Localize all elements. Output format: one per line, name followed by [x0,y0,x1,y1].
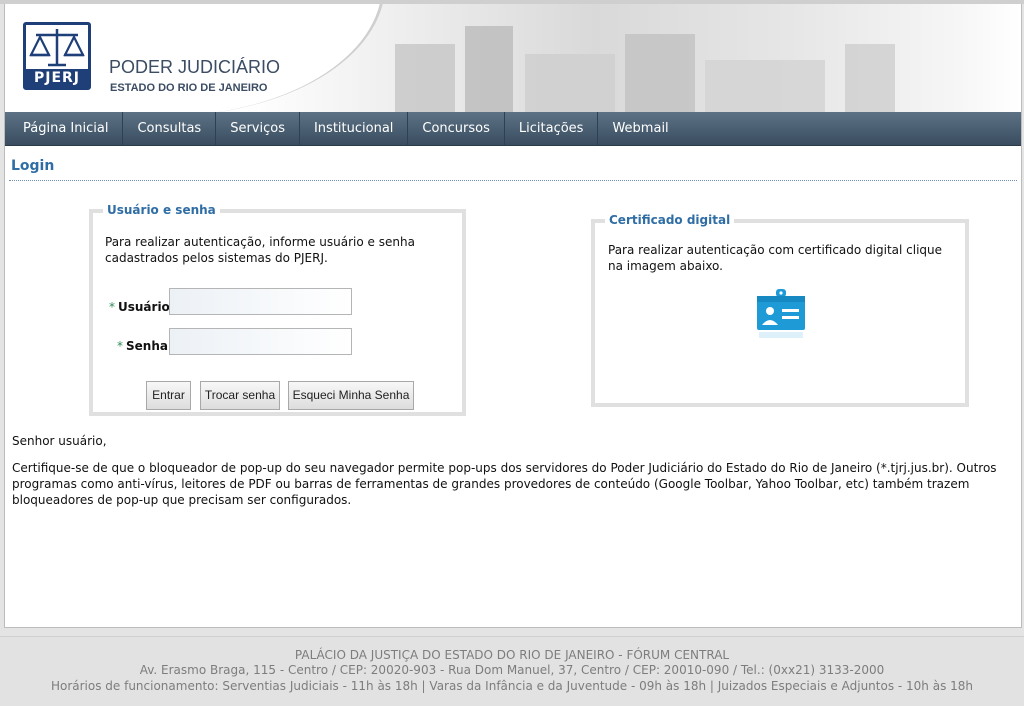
nav-item-servicos[interactable]: Serviços [216,112,300,146]
user-password-panel: Usuário e senha Para realizar autenticaç… [89,203,466,416]
username-label: * Usuário: [109,300,175,314]
enter-button[interactable]: Entrar [146,381,191,410]
password-label: * Senha: [117,339,173,353]
user-password-description: Para realizar autenticação, informe usuá… [105,235,415,265]
brand-title: PODER JUDICIÁRIO [109,57,281,77]
page-title: Login [11,158,55,174]
notice-body: Certifique-se de que o bloqueador de pop… [12,461,997,507]
scales-of-justice-icon [29,29,85,67]
nav-item-pagina-inicial[interactable]: Página Inicial [5,112,124,146]
page-container: PJERJ PODER JUDICIÁRIO ESTADO DO RIO DE … [4,4,1022,628]
footer-address: Av. Erasmo Braga, 115 - Centro / CEP: 20… [139,663,885,677]
nav-item-licitacoes[interactable]: Licitações [505,112,599,146]
nav-item-webmail[interactable]: Webmail [598,112,682,146]
nav-item-consultas[interactable]: Consultas [123,112,217,146]
digital-certificate-panel: Certificado digital Para realizar autent… [591,213,969,407]
change-password-button[interactable]: Trocar senha [200,381,280,410]
digital-certificate-description: Para realizar autenticação com certifica… [608,243,943,273]
title-divider [9,180,1017,181]
nav-item-concursos[interactable]: Concursos [408,112,505,146]
user-password-legend: Usuário e senha [103,203,220,217]
id-card-icon[interactable] [757,287,805,343]
pjerj-logo[interactable]: PJERJ [23,22,91,90]
required-mark: * [117,339,123,353]
footer-address-title: PALÁCIO DA JUSTIÇA DO ESTADO DO RIO DE J… [294,648,730,662]
digital-certificate-legend: Certificado digital [605,213,735,227]
notice-greeting: Senhor usuário, [12,434,107,448]
site-footer: PALÁCIO DA JUSTIÇA DO ESTADO DO RIO DE J… [0,636,1024,706]
site-header: PJERJ PODER JUDICIÁRIO ESTADO DO RIO DE … [5,4,1021,112]
main-nav: Página Inicial Consultas Serviços Instit… [5,112,1021,146]
forgot-password-button[interactable]: Esqueci Minha Senha [288,381,414,410]
brand-subtitle: ESTADO DO RIO DE JANEIRO [110,82,268,94]
required-mark: * [109,300,115,314]
password-input[interactable] [169,328,352,355]
footer-hours: Horários de funcionamento: Serventias Ju… [50,679,974,693]
logo-text: PJERJ [26,69,88,87]
username-input[interactable] [169,288,352,315]
nav-item-institucional[interactable]: Institucional [300,112,409,146]
